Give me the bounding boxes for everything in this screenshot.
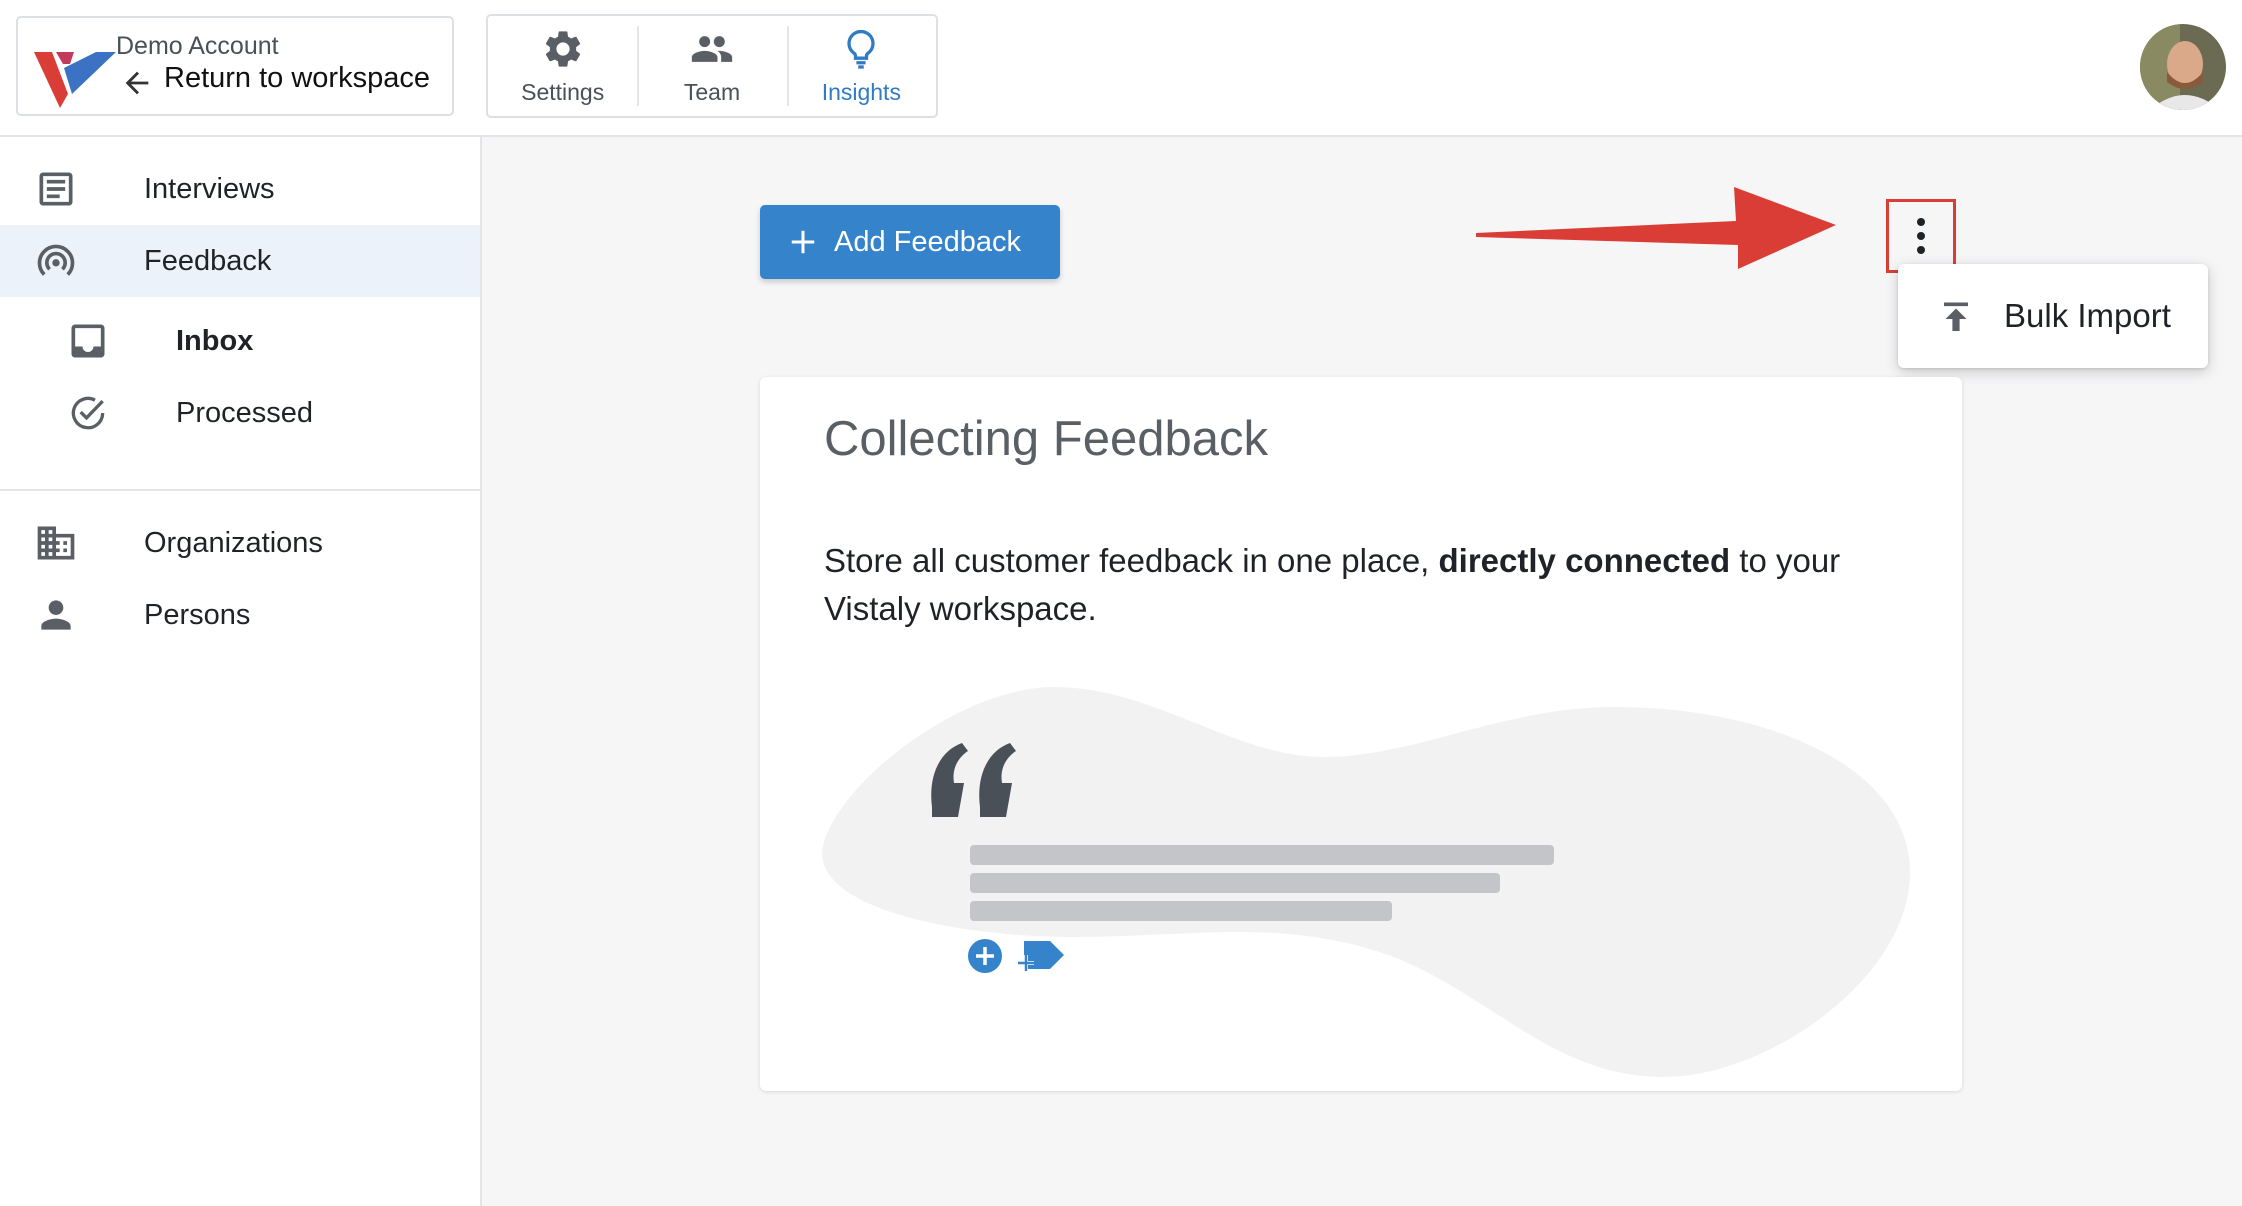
more-options-button[interactable]: [1886, 199, 1956, 273]
arrow-left-icon: [125, 71, 149, 95]
tab-team-label: Team: [683, 78, 741, 105]
sidebar-item-label: Interviews: [144, 172, 275, 205]
feedback-illustration: [822, 687, 1911, 1077]
sidebar-item-processed[interactable]: Processed: [0, 377, 480, 449]
tab-settings[interactable]: Settings: [488, 16, 637, 116]
red-arrow-annotation: [1476, 187, 1836, 269]
document-icon: [39, 172, 73, 206]
tab-insights-label: Insights: [821, 78, 901, 105]
add-tag-icon: [1018, 941, 1064, 971]
tab-team[interactable]: Team: [637, 16, 786, 116]
add-feedback-button[interactable]: Add Feedback: [760, 205, 1060, 279]
sidebar-item-label: Inbox: [176, 324, 254, 357]
tab-insights[interactable]: Insights: [786, 16, 936, 116]
return-to-workspace-link[interactable]: Return to workspace: [164, 62, 430, 95]
menu-item-label: Bulk Import: [2004, 297, 2171, 334]
app-root: Demo Account Return to workspace Setting…: [0, 0, 2242, 1206]
tab-settings-label: Settings: [521, 78, 605, 105]
sidebar-divider: [0, 489, 480, 491]
sidebar-item-label: Organizations: [144, 526, 323, 559]
card-description: Store all customer feedback in one place…: [824, 537, 1914, 633]
text-placeholder-line: [970, 873, 1500, 893]
upload-icon: [1944, 302, 1968, 331]
sidebar-item-inbox[interactable]: Inbox: [0, 305, 480, 377]
lightbulb-icon: [847, 29, 875, 69]
sidebar-item-organizations[interactable]: Organizations: [0, 507, 480, 579]
vistaly-logo: [34, 52, 116, 108]
broadcast-icon: [37, 244, 75, 276]
inbox-icon: [71, 324, 105, 358]
card-description-bold: directly connected: [1438, 542, 1731, 579]
account-switcher[interactable]: Demo Account Return to workspace: [16, 16, 454, 116]
main-content: Add Feedback Bulk Import Collecting Feed…: [482, 137, 2242, 1206]
avatar-image: [2140, 24, 2226, 110]
card-description-part1: Store all customer feedback in one place…: [824, 542, 1439, 579]
plus-icon: [791, 230, 815, 254]
people-icon: [691, 35, 733, 62]
building-icon: [37, 526, 75, 560]
sidebar-item-label: Processed: [176, 396, 314, 429]
gear-icon: [545, 30, 580, 67]
sidebar-item-interviews[interactable]: Interviews: [0, 153, 480, 225]
more-vert-icon: [1917, 218, 1925, 254]
sidebar-item-persons[interactable]: Persons: [0, 579, 480, 651]
add-feedback-label: Add Feedback: [834, 225, 1022, 258]
top-bar: Demo Account Return to workspace Setting…: [0, 0, 2242, 137]
text-placeholder-line: [970, 901, 1392, 921]
check-circle-icon: [71, 396, 105, 430]
empty-state-card: Collecting Feedback Store all customer f…: [760, 377, 1962, 1091]
user-avatar[interactable]: [2140, 24, 2226, 110]
menu-item-bulk-import[interactable]: Bulk Import: [1898, 264, 2208, 368]
main-nav: Settings Team Insights: [486, 14, 938, 118]
account-name: Demo Account: [116, 32, 279, 60]
sidebar-item-feedback[interactable]: Feedback: [0, 225, 480, 297]
more-options-menu: Bulk Import: [1898, 264, 2208, 368]
person-icon: [41, 600, 71, 630]
sidebar: Interviews Feedback Inbox Processed Orga…: [0, 137, 482, 1206]
text-placeholder-line: [970, 845, 1554, 865]
sidebar-item-label: Persons: [144, 598, 251, 631]
card-title: Collecting Feedback: [824, 412, 1268, 466]
sidebar-item-label: Feedback: [144, 244, 272, 277]
add-circle-icon: [968, 939, 1002, 973]
